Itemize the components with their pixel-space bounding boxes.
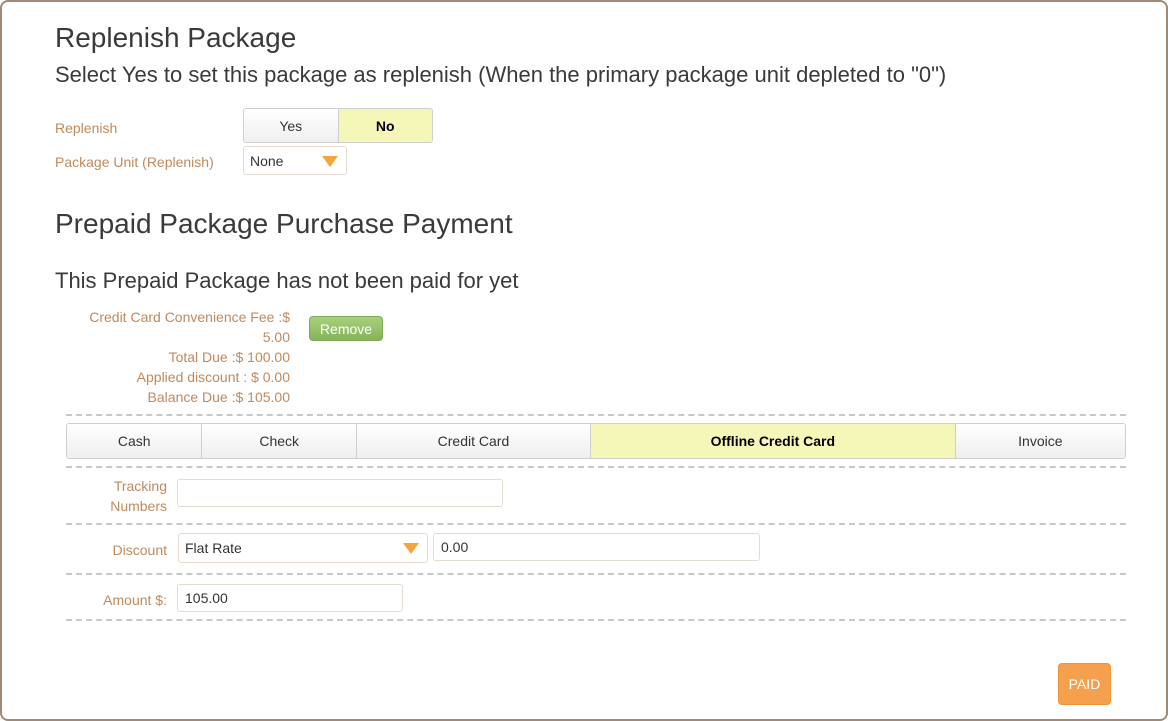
package-unit-label: Package Unit (Replenish): [55, 154, 214, 170]
remove-fee-button[interactable]: Remove: [309, 316, 383, 341]
replenish-label: Replenish: [55, 120, 118, 136]
replenish-subtitle: Select Yes to set this package as replen…: [55, 62, 947, 87]
tab-check[interactable]: Check: [202, 424, 357, 458]
tab-credit-card[interactable]: Credit Card: [356, 424, 592, 458]
payment-method-tabs: Cash Check Credit Card Offline Credit Ca…: [66, 423, 1126, 459]
payment-title: Prepaid Package Purchase Payment: [55, 208, 513, 239]
balance-due: Balance Due :$ 105.00: [147, 389, 290, 405]
replenish-no-option[interactable]: No: [338, 109, 432, 142]
discount-type-value: Flat Rate: [185, 540, 242, 556]
total-due: Total Due :$ 100.00: [168, 349, 290, 365]
tab-offline-credit-card[interactable]: Offline Credit Card: [591, 424, 956, 458]
fee-summary: Credit Card Convenience Fee :$ 5.00 Tota…: [62, 307, 290, 407]
dialog-frame: Replenish Package Select Yes to set this…: [0, 0, 1168, 721]
chevron-down-icon: [322, 155, 338, 167]
tracking-numbers-input[interactable]: [177, 479, 503, 507]
tracking-label-line1: Tracking: [113, 478, 167, 494]
payment-status: This Prepaid Package has not been paid f…: [55, 268, 519, 293]
divider: [66, 414, 1126, 416]
chevron-down-icon: [403, 543, 419, 554]
discount-label: Discount: [112, 542, 167, 558]
package-unit-select[interactable]: None: [243, 146, 347, 175]
divider: [66, 573, 1126, 575]
tab-invoice[interactable]: Invoice: [955, 424, 1125, 458]
convenience-fee-line1: Credit Card Convenience Fee :$: [89, 309, 290, 325]
replenish-toggle: Yes No: [243, 108, 433, 143]
divider: [66, 619, 1126, 621]
amount-label: Amount $:: [103, 592, 167, 608]
paid-button[interactable]: PAID: [1058, 663, 1111, 705]
replenish-yes-option[interactable]: Yes: [244, 109, 339, 142]
package-unit-value: None: [250, 152, 284, 169]
applied-discount: Applied discount : $ 0.00: [136, 369, 290, 385]
discount-value-input[interactable]: 0.00: [433, 533, 760, 561]
convenience-fee-line2: 5.00: [262, 329, 290, 345]
tracking-label-line2: Numbers: [110, 498, 167, 514]
divider: [66, 523, 1126, 525]
tracking-numbers-label: Tracking Numbers: [82, 476, 167, 516]
replenish-title: Replenish Package: [55, 22, 297, 53]
tab-cash[interactable]: Cash: [67, 424, 203, 458]
divider: [66, 466, 1126, 468]
discount-type-select[interactable]: Flat Rate: [178, 533, 428, 563]
amount-input[interactable]: 105.00: [177, 584, 403, 612]
